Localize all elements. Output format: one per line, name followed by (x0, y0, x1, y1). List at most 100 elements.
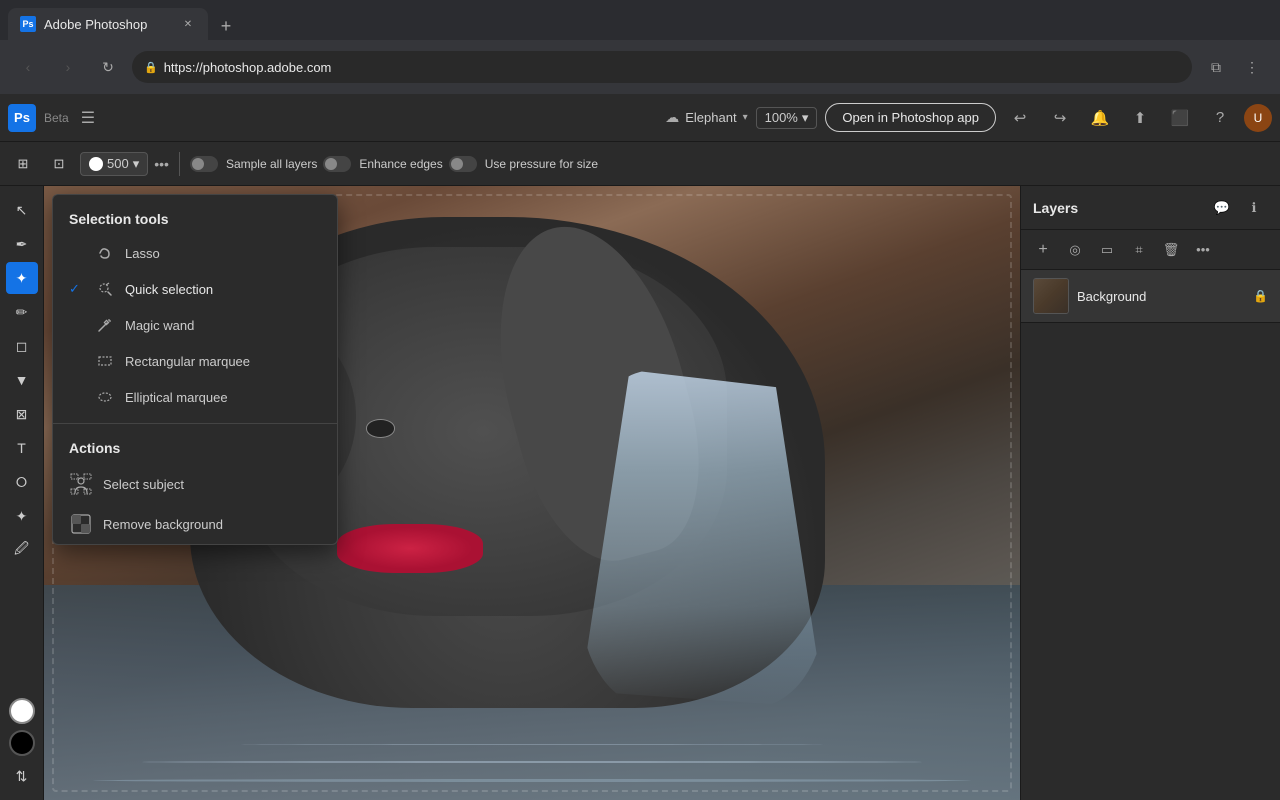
file-name: Elephant (685, 110, 736, 125)
sample-layers-toggle-group: Sample all layers (190, 156, 317, 172)
elliptical-marquee-item[interactable]: Elliptical marquee (53, 379, 337, 415)
selection-tools-title: Selection tools (53, 195, 337, 235)
selection-modify-btn[interactable]: ⊡ (44, 149, 74, 179)
tab-title: Adobe Photoshop (44, 17, 147, 32)
sample-layers-toggle[interactable] (190, 156, 218, 172)
select-subject-label: Select subject (103, 477, 184, 492)
lasso-tool-item[interactable]: Lasso (53, 235, 337, 271)
active-tab[interactable]: Ps Adobe Photoshop ✕ (8, 8, 208, 40)
cloud-icon: ☁ (665, 109, 679, 126)
select-subject-icon (69, 472, 93, 496)
bookmark-btn[interactable]: ⬛ (1164, 102, 1196, 134)
zoom-value: 100% (765, 110, 798, 125)
quick-selection-check: ✓ (69, 281, 85, 297)
toggle-knob (192, 158, 204, 170)
lock-icon: 🔒 (144, 61, 158, 74)
new-tab-btn[interactable]: + (212, 12, 240, 40)
text-tool[interactable]: T (6, 432, 38, 464)
quick-select-tool[interactable]: ✦ (6, 262, 38, 294)
use-pressure-label: Use pressure for size (485, 157, 598, 171)
dropdown-divider (53, 423, 337, 424)
paint-bucket-tool[interactable]: ▼ (6, 364, 38, 396)
zoom-chevron-icon: ▾ (802, 110, 809, 126)
tab-close-btn[interactable]: ✕ (180, 16, 196, 32)
actions-title: Actions (53, 432, 337, 464)
magic-wand-label: Magic wand (125, 318, 194, 333)
layer-thumbnail (1033, 278, 1069, 314)
separator-1 (179, 152, 180, 176)
nav-right-buttons: ⧉ ⋮ (1200, 51, 1268, 83)
pressure-toggle[interactable] (449, 156, 477, 172)
background-layer-item[interactable]: Background 🔒 (1021, 270, 1280, 323)
clip-mask-btn[interactable]: ⌗ (1125, 236, 1153, 264)
back-btn[interactable]: ‹ (12, 51, 44, 83)
user-avatar[interactable]: U (1244, 104, 1272, 132)
eyedropper-tool[interactable]: 🖉 (6, 534, 38, 566)
chevron-down-icon: ▾ (743, 112, 748, 123)
remove-background-icon (69, 512, 93, 536)
add-layer-btn[interactable]: + (1029, 236, 1057, 264)
brush-tool[interactable]: ✏ (6, 296, 38, 328)
quick-selection-label: Quick selection (125, 282, 213, 297)
crop-tool[interactable]: ⊠ (6, 398, 38, 430)
healing-tool[interactable]: ✦ (6, 500, 38, 532)
rectangular-marquee-label: Rectangular marquee (125, 354, 250, 369)
layers-toolbar: + ◎ ▭ ⌗ 🗑 ••• (1021, 230, 1280, 270)
brush-dot-icon (89, 157, 103, 171)
foreground-color-swatch[interactable] (9, 698, 35, 724)
reload-btn[interactable]: ↻ (92, 51, 124, 83)
select-subject-item[interactable]: Select subject (53, 464, 337, 504)
enhance-edges-toggle[interactable] (323, 156, 351, 172)
open-in-photoshop-btn[interactable]: Open in Photoshop app (825, 103, 996, 132)
lasso-label: Lasso (125, 246, 160, 261)
more-options-btn[interactable]: ••• (154, 156, 169, 172)
remove-background-label: Remove background (103, 517, 223, 532)
redo-btn[interactable]: ↪ (1044, 102, 1076, 134)
layers-more-btn[interactable]: ••• (1189, 236, 1217, 264)
address-bar[interactable]: 🔒 https://photoshop.adobe.com (132, 51, 1192, 83)
sample-layers-label: Sample all layers (226, 157, 317, 171)
brush-size-value: 500 (107, 156, 129, 171)
share-btn[interactable]: ⬆ (1124, 102, 1156, 134)
elliptical-marquee-label: Elliptical marquee (125, 390, 228, 405)
hamburger-menu[interactable]: ☰ (77, 104, 99, 132)
layer-name: Background (1077, 289, 1245, 304)
brush-size-control[interactable]: 500 ▾ (80, 152, 148, 176)
cloud-file-indicator[interactable]: ☁ Elephant ▾ (665, 109, 747, 126)
lasso-check (69, 246, 85, 260)
adjustment-tool[interactable]: ⇅ (6, 760, 38, 792)
info-icon-btn[interactable]: ℹ (1240, 194, 1268, 222)
help-btn[interactable]: ? (1204, 102, 1236, 134)
zoom-control[interactable]: 100% ▾ (756, 107, 818, 129)
remove-background-item[interactable]: Remove background (53, 504, 337, 544)
quick-selection-item[interactable]: ✓ Quick selection (53, 271, 337, 307)
mask-btn[interactable]: ▭ (1093, 236, 1121, 264)
pressure-toggle-group: Use pressure for size (449, 156, 598, 172)
adjustment-layer-btn[interactable]: ◎ (1061, 236, 1089, 264)
ps-logo: Ps (8, 104, 36, 132)
canvas-area[interactable]: Selection tools Lasso ✓ (44, 186, 1020, 800)
background-color-swatch[interactable] (9, 730, 35, 756)
toggle-knob-3 (451, 158, 463, 170)
tab-favicon: Ps (20, 16, 36, 32)
pen-tool[interactable]: ✒ (6, 228, 38, 260)
beta-label: Beta (44, 111, 69, 125)
layers-panel: Layers 💬 ℹ + ◎ ▭ ⌗ 🗑 ••• Background � (1020, 186, 1280, 800)
extensions-btn[interactable]: ⧉ (1200, 51, 1232, 83)
forward-btn[interactable]: › (52, 51, 84, 83)
undo-btn[interactable]: ↩ (1004, 102, 1036, 134)
move-tool-btn[interactable]: ⊞ (8, 149, 38, 179)
ellip-marquee-check (69, 390, 85, 404)
rectangular-marquee-item[interactable]: Rectangular marquee (53, 343, 337, 379)
eraser-tool[interactable]: ◻ (6, 330, 38, 362)
shape-tool[interactable]: ⭘ (6, 466, 38, 498)
browser-menu-btn[interactable]: ⋮ (1236, 51, 1268, 83)
chat-icon-btn[interactable]: 💬 (1208, 194, 1236, 222)
delete-layer-btn[interactable]: 🗑 (1157, 236, 1185, 264)
brush-size-chevron: ▾ (133, 156, 140, 172)
magic-wand-item[interactable]: Magic wand (53, 307, 337, 343)
notification-btn[interactable]: 🔔 (1084, 102, 1116, 134)
nav-bar: ‹ › ↻ 🔒 https://photoshop.adobe.com ⧉ ⋮ (0, 40, 1280, 94)
pointer-tool[interactable]: ↖ (6, 194, 38, 226)
selection-tools-dropdown: Selection tools Lasso ✓ (52, 194, 338, 545)
